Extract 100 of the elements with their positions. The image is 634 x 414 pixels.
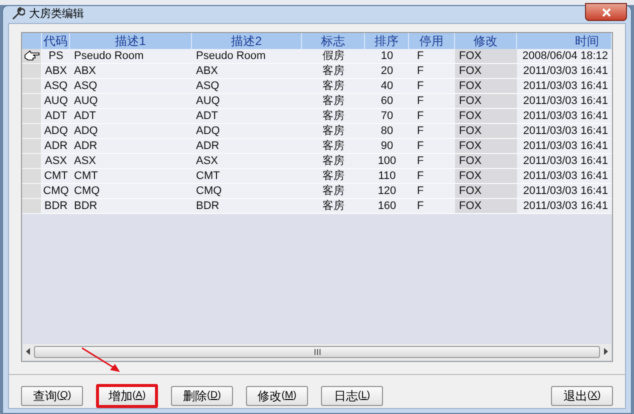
- close-button[interactable]: [585, 3, 627, 22]
- table-cell: 60: [365, 94, 409, 108]
- table-cell: Pseudo Room: [70, 48, 192, 64]
- table-cell: F: [409, 198, 455, 214]
- table-cell: 20: [365, 64, 409, 78]
- scrollbar-thumb[interactable]: [34, 346, 600, 358]
- table-cell: ADQ: [192, 124, 302, 138]
- table-cell: FOX: [455, 168, 517, 184]
- table-cell: FOX: [455, 184, 517, 198]
- toolbar-button[interactable]: 日志(L): [321, 386, 383, 406]
- table-cell: 110: [365, 168, 409, 184]
- table-cell: FOX: [455, 78, 517, 94]
- pointer-arrow: [80, 346, 122, 374]
- table-cell: F: [409, 64, 455, 78]
- table-cell: 2011/03/03 16:41: [517, 154, 612, 168]
- table-cell: ADT: [192, 108, 302, 124]
- table-cell: 80: [365, 124, 409, 138]
- table-cell: AUQ: [192, 94, 302, 108]
- toolbar-button[interactable]: 修改(M): [246, 386, 308, 406]
- table-cell: CMT: [42, 168, 70, 184]
- table-cell: Pseudo Room: [192, 48, 302, 64]
- table-cell: ASX: [42, 154, 70, 168]
- table-cell: 120: [365, 184, 409, 198]
- table-cell: 90: [365, 138, 409, 154]
- table-cell: 10: [365, 48, 409, 64]
- table-cell: 2011/03/03 16:41: [517, 198, 612, 214]
- table-cell: 2011/03/03 16:41: [517, 138, 612, 154]
- table-cell: 2011/03/03 16:41: [517, 94, 612, 108]
- toolbar-button[interactable]: 查询(Q): [21, 386, 83, 406]
- table-cell: ABX: [70, 64, 192, 78]
- close-icon: [602, 8, 610, 17]
- table-cell: 假房: [302, 48, 365, 64]
- horizontal-scrollbar[interactable]: [23, 344, 611, 360]
- table-cell: ADR: [70, 138, 192, 154]
- scroll-right-icon: [603, 348, 608, 355]
- table-cell: 客房: [302, 138, 365, 154]
- table-cell: FOX: [455, 124, 517, 138]
- table-cell: 客房: [302, 94, 365, 108]
- table-cell: CMT: [192, 168, 302, 184]
- table-cell: 客房: [302, 78, 365, 94]
- table-cell: BDR: [70, 198, 192, 214]
- table-cell: ABX: [42, 64, 70, 78]
- table-cell: F: [409, 78, 455, 94]
- table-cell: 70: [365, 108, 409, 124]
- table-cell: CMQ: [70, 184, 192, 198]
- table-cell: F: [409, 138, 455, 154]
- table-cell: AUQ: [42, 94, 70, 108]
- table-cell: ABX: [192, 64, 302, 78]
- table-cell: FOX: [455, 138, 517, 154]
- table-cell: 客房: [302, 168, 365, 184]
- table-cell: F: [409, 154, 455, 168]
- table-cell: F: [409, 184, 455, 198]
- table-cell: ADR: [42, 138, 70, 154]
- table-cell: PS: [42, 48, 70, 64]
- table-cell: FOX: [455, 64, 517, 78]
- table-cell: 客房: [302, 108, 365, 124]
- table-cell: ADR: [192, 138, 302, 154]
- toolbar-button[interactable]: 增加(A): [96, 384, 158, 408]
- scroll-left-icon: [26, 348, 31, 355]
- table-cell: 2011/03/03 16:41: [517, 78, 612, 94]
- toolbar-button[interactable]: 删除(D): [171, 386, 233, 406]
- table-cell: 客房: [302, 64, 365, 78]
- table-cell: 2011/03/03 16:41: [517, 184, 612, 198]
- table-cell: 160: [365, 198, 409, 214]
- table-cell: F: [409, 94, 455, 108]
- table-cell: 客房: [302, 198, 365, 214]
- table-cell: F: [409, 168, 455, 184]
- table-cell: AUQ: [70, 94, 192, 108]
- table-cell: ASQ: [70, 78, 192, 94]
- table-cell: FOX: [455, 94, 517, 108]
- table-cell: ASX: [192, 154, 302, 168]
- table-cell: 40: [365, 78, 409, 94]
- table-cell: CMT: [70, 168, 192, 184]
- table-cell: F: [409, 48, 455, 64]
- table-cell: 2011/03/03 16:41: [517, 108, 612, 124]
- table-cell: 2011/03/03 16:41: [517, 124, 612, 138]
- table-cell: ADT: [42, 108, 70, 124]
- window-title: 大房类编辑: [29, 6, 84, 22]
- table-cell: 客房: [302, 124, 365, 138]
- table-cell: FOX: [455, 198, 517, 214]
- table-cell: ASQ: [192, 78, 302, 94]
- toolbar-button[interactable]: 退出(X): [551, 386, 613, 406]
- table-cell: FOX: [455, 48, 517, 64]
- table-cell: BDR: [192, 198, 302, 214]
- table-cell: 2008/06/04 18:12: [517, 48, 612, 64]
- table-cell: FOX: [455, 154, 517, 168]
- table-cell: F: [409, 108, 455, 124]
- table-cell: BDR: [42, 198, 70, 214]
- row-indicator[interactable]: [22, 48, 42, 64]
- grip-icon: [314, 348, 320, 354]
- table-cell: ADT: [70, 108, 192, 124]
- table-cell: 客房: [302, 184, 365, 198]
- table-cell: FOX: [455, 108, 517, 124]
- table-cell: ADQ: [42, 124, 70, 138]
- table-cell: ADQ: [70, 124, 192, 138]
- table-cell: ASX: [70, 154, 192, 168]
- table-cell: 2011/03/03 16:41: [517, 64, 612, 78]
- table-cell: 2011/03/03 16:41: [517, 168, 612, 184]
- table-cell: 客房: [302, 154, 365, 168]
- table-cell: F: [409, 124, 455, 138]
